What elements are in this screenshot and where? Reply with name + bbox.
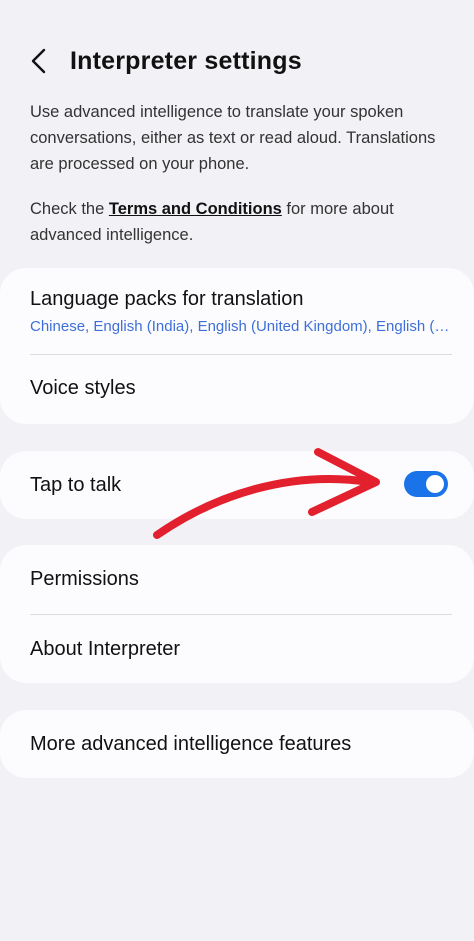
feature-description: Use advanced intelligence to translate y…: [30, 103, 436, 173]
toggle-knob: [426, 475, 444, 493]
terms-prefix: Check the: [30, 200, 109, 218]
chevron-left-icon: [31, 48, 46, 74]
terms-notice: Check the Terms and Conditions for more …: [30, 196, 450, 248]
tap-to-talk-card: Tap to talk: [0, 451, 474, 519]
language-packs-label: Language packs for translation: [30, 288, 304, 310]
more-features-card: More advanced intelligence features: [0, 710, 474, 778]
tap-to-talk-label: Tap to talk: [30, 474, 122, 496]
about-interpreter-label: About Interpreter: [30, 638, 181, 660]
interpreter-settings-screen: Interpreter settings Use advanced intell…: [0, 0, 474, 941]
permissions-label: Permissions: [30, 568, 139, 590]
info-card: Permissions About Interpreter: [0, 545, 474, 683]
voice-styles-row[interactable]: Voice styles: [0, 355, 474, 424]
permissions-row[interactable]: Permissions: [0, 545, 474, 613]
back-button[interactable]: [22, 44, 56, 78]
more-features-label: More advanced intelligence features: [30, 733, 352, 755]
page-title: Interpreter settings: [70, 47, 302, 75]
translation-settings-card: Language packs for translation Chinese, …: [0, 268, 474, 424]
tap-to-talk-toggle[interactable]: [404, 471, 448, 497]
more-features-row[interactable]: More advanced intelligence features: [0, 710, 474, 778]
terms-and-conditions-link[interactable]: Terms and Conditions: [109, 200, 282, 218]
language-packs-value: Chinese, English (India), English (Unite…: [30, 318, 450, 335]
about-interpreter-row[interactable]: About Interpreter: [0, 615, 474, 683]
voice-styles-label: Voice styles: [30, 377, 136, 399]
app-bar: Interpreter settings: [0, 36, 474, 86]
tap-to-talk-row[interactable]: Tap to talk: [0, 451, 474, 519]
language-packs-row[interactable]: Language packs for translation Chinese, …: [0, 268, 474, 354]
